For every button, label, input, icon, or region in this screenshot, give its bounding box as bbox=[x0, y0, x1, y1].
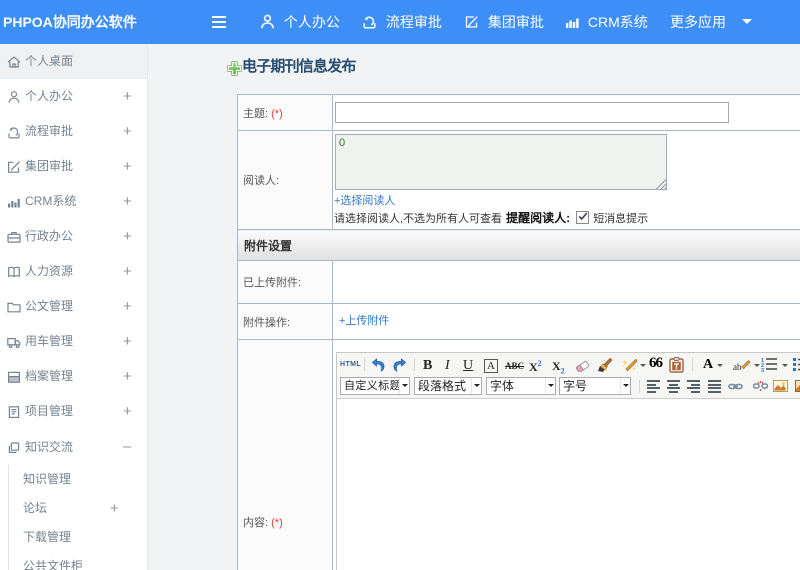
svg-text:3: 3 bbox=[761, 368, 764, 372]
svg-text:ab: ab bbox=[733, 362, 742, 372]
